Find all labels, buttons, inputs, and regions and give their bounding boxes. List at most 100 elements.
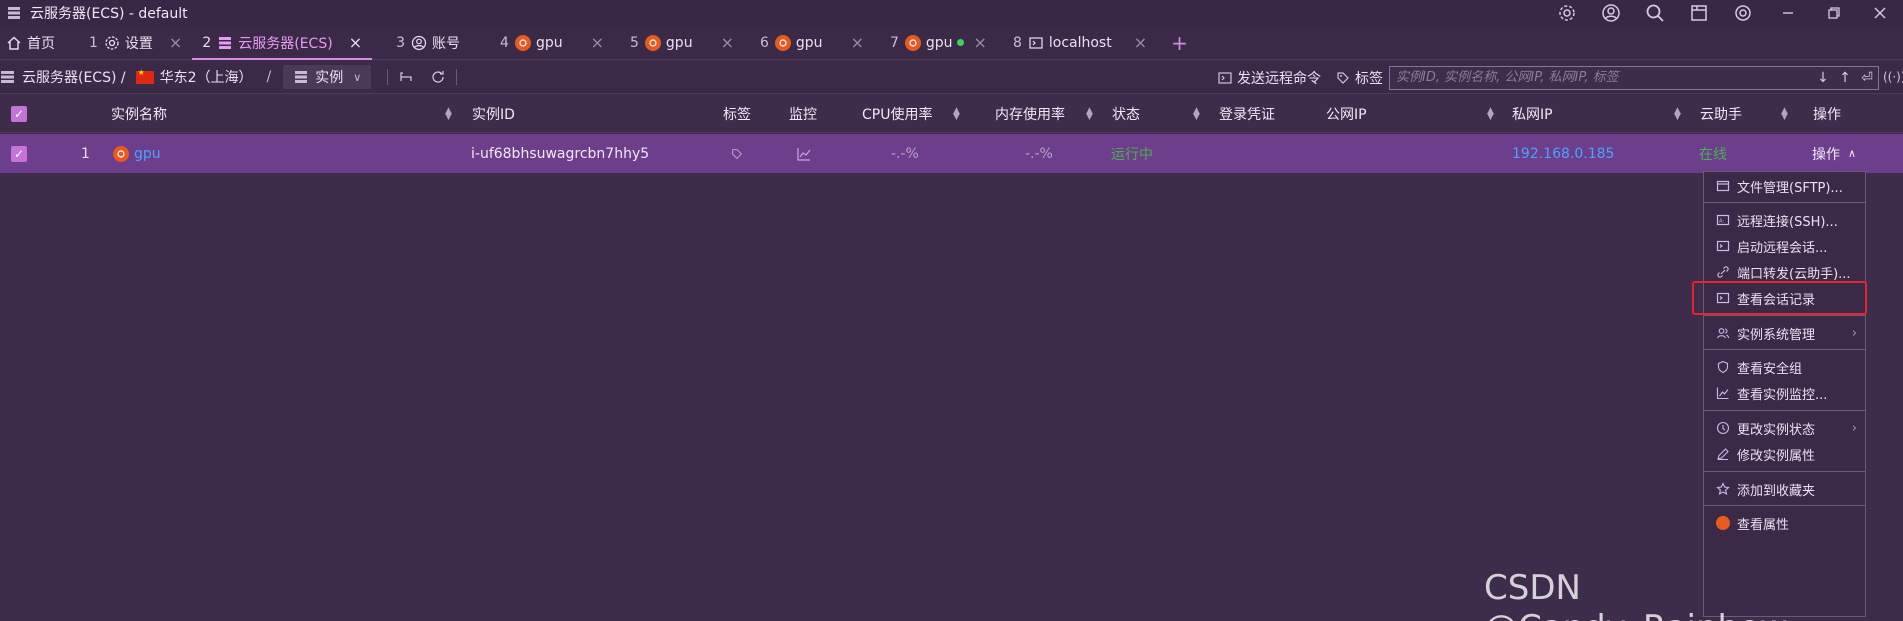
chevron-down-icon: ∨ [353, 70, 362, 84]
private-ip[interactable]: 192.168.0.185 [1512, 134, 1614, 173]
menu-item-properties[interactable]: 查看属性 [1704, 509, 1865, 537]
select-all-checkbox[interactable]: ✓ [11, 95, 27, 133]
menu-item-security-group[interactable]: 查看安全组 [1704, 353, 1865, 381]
new-tab-button[interactable]: + [1157, 26, 1202, 59]
tab-home[interactable]: 首页 [0, 26, 65, 59]
close-icon[interactable]: × [1134, 33, 1147, 52]
close-icon[interactable]: × [851, 33, 864, 52]
column-header-tags[interactable]: 标签 [723, 95, 751, 133]
column-header-id[interactable]: 实例ID [472, 95, 515, 133]
column-header-ops[interactable]: 操作 [1813, 95, 1841, 133]
column-header-name[interactable]: 实例名称 [111, 95, 167, 133]
chart-icon[interactable] [796, 134, 812, 173]
chevron-right-icon: › [1851, 420, 1857, 436]
mem-usage: -.-% [1025, 145, 1053, 162]
ops-dropdown[interactable]: 操作 ∧ [1812, 134, 1856, 173]
close-icon[interactable]: × [974, 33, 987, 52]
tab-settings[interactable]: 1 设置 × [79, 26, 192, 59]
menu-item-label: 启动远程会话... [1737, 240, 1828, 256]
minimize-icon[interactable] [1765, 0, 1811, 26]
tab-gpu-7[interactable]: 7 gpu × [880, 26, 997, 59]
sort-icon[interactable]: ▲ ▼ [1487, 107, 1494, 122]
column-header-cpu[interactable]: CPU使用率 [862, 95, 932, 133]
instance-name-link[interactable]: gpu [134, 146, 161, 162]
menu-item-label: 远程连接(SSH)... [1737, 214, 1838, 230]
menu-item-edit-props[interactable]: 修改实例属性 [1704, 440, 1865, 468]
ssh-icon: A: [1716, 213, 1730, 227]
tab-localhost[interactable]: 8 localhost × [1003, 26, 1157, 59]
arrow-up-icon[interactable]: ↑ [1834, 70, 1856, 86]
tab-gpu-6[interactable]: 6 gpu × [750, 26, 874, 59]
row-index: 1 [81, 145, 90, 162]
menu-item-remote-session[interactable]: 启动远程会话... [1704, 232, 1865, 260]
menu-item-label: 查看实例监控... [1737, 387, 1828, 403]
column-header-status[interactable]: 状态 [1112, 95, 1140, 133]
column-header-mem[interactable]: 内存使用率 [995, 95, 1065, 133]
account-icon[interactable] [1589, 0, 1633, 26]
sort-icon[interactable]: ▲ ▼ [1086, 107, 1093, 122]
sort-icon[interactable]: ▲ ▼ [445, 107, 452, 122]
search-box[interactable]: ↓ ↑ ⏎ [1389, 65, 1879, 90]
table-row[interactable]: ✓ 1 gpu i-uf68bhsuwagrcbn7hhy5 -.-% -.-%… [0, 134, 1903, 173]
tab-account[interactable]: 3 账号 [386, 26, 470, 59]
row-checkbox[interactable]: ✓ [11, 134, 27, 173]
instance-name-cell[interactable]: gpu [113, 134, 161, 173]
menu-item-monitor[interactable]: 查看实例监控... [1704, 379, 1865, 407]
folder-icon [1716, 179, 1730, 193]
tab-gpu-5[interactable]: 5 gpu × [620, 26, 744, 59]
layout-icon[interactable] [1677, 0, 1721, 26]
tab-number: 1 [89, 34, 98, 51]
close-icon[interactable]: × [349, 33, 362, 52]
broadcast-icon[interactable]: ((·)) [1883, 70, 1903, 86]
tab-label: gpu [535, 34, 563, 51]
title-bar: 云服务器(ECS) - default [0, 0, 1903, 26]
breadcrumb: 云服务器(ECS) / 华东2（上海） / 实例 ∨ [0, 65, 372, 89]
search-icon[interactable] [1633, 0, 1677, 26]
tag-icon[interactable] [730, 134, 744, 173]
column-header-public-ip[interactable]: 公网IP [1326, 95, 1367, 133]
server-icon [293, 69, 309, 85]
close-icon[interactable] [1857, 0, 1903, 26]
instance-id: i-uf68bhsuwagrcbn7hhy5 [471, 145, 650, 162]
menu-item-change-state[interactable]: 更改实例状态 › [1704, 414, 1865, 442]
window-title: 云服务器(ECS) - default [30, 6, 188, 22]
breadcrumb-service[interactable]: 云服务器(ECS) / [22, 67, 126, 87]
sort-icon[interactable]: ▲ ▼ [953, 107, 960, 122]
tab-label: 云服务器(ECS) [238, 35, 333, 52]
close-icon[interactable]: × [591, 33, 604, 52]
tab-ecs[interactable]: 2 云服务器(ECS) × [192, 26, 372, 60]
enter-icon[interactable]: ⏎ [1856, 70, 1878, 86]
sort-icon[interactable]: ▲ ▼ [1674, 107, 1681, 122]
view-select-value: 实例 [315, 70, 344, 86]
column-header-login[interactable]: 登录凭证 [1219, 95, 1275, 133]
menu-item-favorite[interactable]: 添加到收藏夹 [1704, 475, 1865, 503]
tab-gpu-4[interactable]: 4 gpu × [490, 26, 614, 59]
chevron-right-icon: › [1851, 325, 1857, 341]
openai-icon[interactable] [1721, 0, 1765, 26]
close-icon[interactable]: × [169, 33, 182, 52]
back-icon[interactable] [398, 69, 414, 85]
tags-button[interactable]: 标签 [1335, 68, 1383, 88]
column-header-assistant[interactable]: 云助手 [1700, 95, 1742, 133]
cpu-usage: -.-% [891, 145, 919, 162]
gear-icon[interactable] [1545, 0, 1589, 26]
tags-label: 标签 [1355, 70, 1383, 87]
send-command-button[interactable]: 发送远程命令 [1217, 68, 1321, 88]
restore-icon[interactable] [1811, 0, 1857, 26]
refresh-icon[interactable] [430, 69, 446, 85]
breadcrumb-region[interactable]: 华东2（上海） [160, 67, 253, 87]
arrow-down-icon[interactable]: ↓ [1812, 70, 1834, 86]
sort-icon[interactable]: ▲ ▼ [1781, 107, 1788, 122]
menu-item-ssh[interactable]: A: 远程连接(SSH)... [1704, 206, 1865, 234]
tab-label: 首页 [27, 35, 55, 52]
column-header-private-ip[interactable]: 私网IP [1512, 95, 1553, 133]
server-icon [0, 69, 16, 85]
search-input[interactable] [1396, 70, 1812, 85]
view-select[interactable]: 实例 ∨ [283, 65, 372, 89]
column-header-monitor[interactable]: 监控 [789, 95, 817, 133]
menu-item-system-manage[interactable]: 实例系统管理 › [1704, 319, 1865, 347]
ops-label: 操作 [1812, 146, 1840, 163]
menu-item-sftp[interactable]: 文件管理(SFTP)... [1704, 172, 1865, 200]
close-icon[interactable]: × [721, 33, 734, 52]
sort-icon[interactable]: ▲ ▼ [1193, 107, 1200, 122]
